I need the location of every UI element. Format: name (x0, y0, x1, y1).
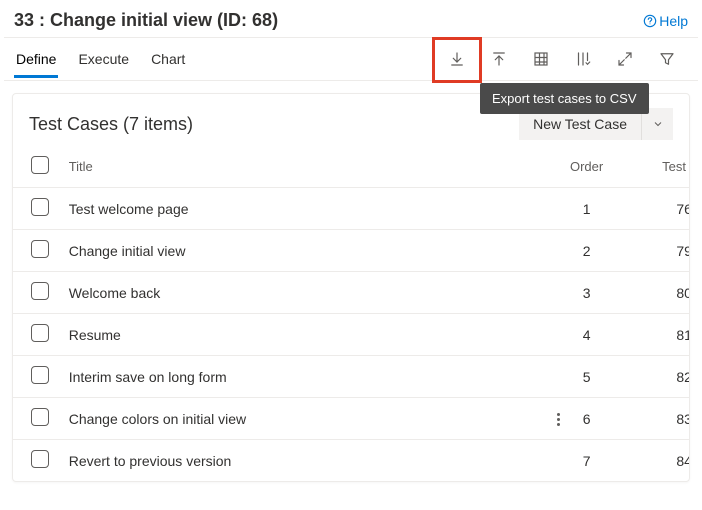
row-title: Change initial view (61, 230, 538, 272)
row-tc: 76 (635, 188, 689, 230)
row-title: Change colors on initial view (61, 398, 538, 440)
export-tooltip: Export test cases to CSV (480, 83, 649, 114)
column-header-order[interactable]: Order (538, 146, 636, 188)
filter-button[interactable] (646, 39, 688, 79)
column-options-button[interactable] (562, 39, 604, 79)
row-title: Test welcome page (61, 188, 538, 230)
help-icon (643, 14, 657, 28)
row-order: 6 (538, 398, 636, 440)
row-checkbox[interactable] (31, 240, 49, 258)
table-row[interactable]: Change colors on initial view683 (13, 398, 689, 440)
row-checkbox[interactable] (31, 198, 49, 216)
row-tc: 79 (635, 230, 689, 272)
import-button[interactable] (478, 39, 520, 79)
row-order: 3 (538, 272, 636, 314)
table-row[interactable]: Interim save on long form582 (13, 356, 689, 398)
toolbar: Export test cases to CSV (436, 39, 688, 79)
row-title: Interim save on long form (61, 356, 538, 398)
row-checkbox[interactable] (31, 408, 49, 426)
row-tc: 84 (635, 440, 689, 482)
row-checkbox[interactable] (31, 282, 49, 300)
tab-chart[interactable]: Chart (149, 41, 187, 78)
help-label: Help (659, 13, 688, 29)
table-row[interactable]: Revert to previous version784 (13, 440, 689, 482)
row-order: 4 (538, 314, 636, 356)
row-title: Welcome back (61, 272, 538, 314)
row-title: Revert to previous version (61, 440, 538, 482)
row-checkbox[interactable] (31, 324, 49, 342)
tab-execute[interactable]: Execute (76, 41, 131, 78)
column-header-title[interactable]: Title (61, 146, 538, 188)
page-title: 33 : Change initial view (ID: 68) (14, 10, 278, 31)
row-order: 2 (538, 230, 636, 272)
row-order: 5 (538, 356, 636, 398)
tabs: Define Execute Chart (14, 41, 187, 78)
row-order: 7 (538, 440, 636, 482)
row-tc: 80 (635, 272, 689, 314)
fullscreen-button[interactable] (604, 39, 646, 79)
row-checkbox[interactable] (31, 366, 49, 384)
test-cases-panel: Test Cases (7 items) New Test Case Title… (12, 93, 690, 482)
row-title: Resume (61, 314, 538, 356)
row-tc: 83 (635, 398, 689, 440)
panel-title: Test Cases (7 items) (29, 114, 193, 135)
row-checkbox[interactable] (31, 450, 49, 468)
column-header-testcase[interactable]: Test Ca (635, 146, 689, 188)
row-order: 1 (538, 188, 636, 230)
select-all-checkbox[interactable] (31, 156, 49, 174)
more-icon[interactable] (557, 413, 560, 426)
table-row[interactable]: Resume481 (13, 314, 689, 356)
grid-view-button[interactable] (520, 39, 562, 79)
tab-define[interactable]: Define (14, 41, 58, 78)
help-link[interactable]: Help (643, 13, 688, 29)
chevron-down-icon (652, 118, 664, 130)
export-csv-button[interactable] (436, 39, 478, 79)
row-tc: 82 (635, 356, 689, 398)
table-row[interactable]: Welcome back380 (13, 272, 689, 314)
table-row[interactable]: Test welcome page176 (13, 188, 689, 230)
row-tc: 81 (635, 314, 689, 356)
table-row[interactable]: Change initial view279 (13, 230, 689, 272)
